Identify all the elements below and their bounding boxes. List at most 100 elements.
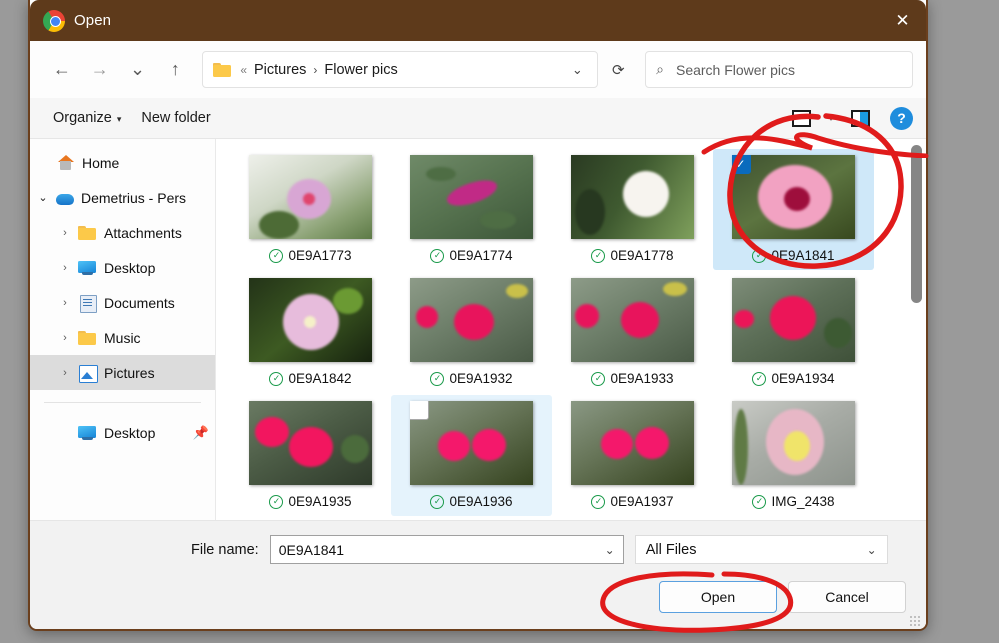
sidebar-item-documents[interactable]: › Documents [30,285,215,320]
file-name: 0E9A1933 [610,371,674,386]
sidebar-item-onedrive[interactable]: ⌄ Demetrius - Pers [30,180,215,215]
file-item[interactable]: ✓ IMG_2438 [713,395,874,516]
file-item[interactable]: ✓ 0E9A1935 [230,395,391,516]
new-folder-button[interactable]: New folder [131,110,220,126]
home-icon [56,154,75,171]
sidebar-item-home[interactable]: Home [30,145,215,180]
sync-check-icon: ✓ [430,248,445,263]
view-layout-icon [791,109,811,127]
sync-check-icon: ✓ [269,371,284,386]
folder-icon [78,330,97,346]
chevron-right-icon[interactable]: › [52,297,78,309]
sidebar-item-desktop-pinned[interactable]: Desktop 📌 [30,415,215,450]
file-thumbnail [571,155,694,239]
filename-label: File name: [191,541,259,558]
scrollbar-thumb[interactable] [911,145,922,303]
documents-icon [78,294,97,313]
file-thumbnail [410,401,533,485]
file-item[interactable]: ✓ 0E9A1934 [713,272,874,393]
sync-check-icon: ✓ [752,494,767,509]
sidebar-item-pictures[interactable]: › Pictures [30,355,215,390]
search-input[interactable]: Search Flower pics [676,62,795,78]
chevron-down-icon[interactable]: ⌄ [562,62,592,78]
organize-button[interactable]: Organize ▾ [43,110,131,126]
file-item[interactable]: ✓ 0E9A1842 [230,272,391,393]
file-label: ✓ 0E9A1773 [269,248,352,263]
file-name: IMG_2438 [771,494,835,509]
chevron-right-icon[interactable]: › [52,332,78,344]
open-file-dialog: Open ✕ ← → ⌄ ↑ « Pictures › Flower pics … [28,0,928,631]
command-toolbar: Organize ▾ New folder ▾ ? [30,98,926,139]
filename-value: 0E9A1841 [278,541,345,558]
file-item[interactable]: ✓ 0E9A1932 [391,272,552,393]
forward-button[interactable]: → [81,51,119,89]
title-bar: Open ✕ [30,0,926,41]
vertical-scrollbar[interactable] [911,145,922,514]
up-button[interactable]: ↑ [156,51,194,89]
sync-check-icon: ✓ [752,248,767,263]
breadcrumb-item-pictures[interactable]: Pictures [254,62,306,78]
filename-input[interactable]: 0E9A1841 ⌄ [269,535,624,564]
desktop-icon [78,260,97,276]
file-type-filter-select[interactable]: All Files ⌄ [634,535,888,564]
pin-icon[interactable]: 📌 [193,425,209,441]
resize-grip[interactable] [909,615,920,626]
sidebar-item-music[interactable]: › Music [30,320,215,355]
file-thumbnail [732,401,855,485]
selection-checkbox[interactable] [410,401,429,420]
file-label: ✓ 0E9A1934 [752,371,835,386]
navigation-sidebar: Home ⌄ Demetrius - Pers › Attachments › … [30,139,216,520]
back-button[interactable]: ← [43,51,81,89]
window-title: Open [74,12,112,29]
help-icon[interactable]: ? [890,106,913,130]
file-label: ✓ 0E9A1933 [591,371,674,386]
view-controls: ▾ ? [786,106,913,131]
refresh-icon[interactable]: ⟳ [599,51,637,88]
open-button[interactable]: Open [659,581,777,613]
file-item-hovered[interactable]: ✓ 0E9A1936 [391,395,552,516]
dialog-body: Home ⌄ Demetrius - Pers › Attachments › … [30,139,926,520]
chevron-down-icon[interactable]: ⌄ [867,543,877,557]
preview-pane-button[interactable] [845,106,876,131]
chevron-down-icon: ▾ [116,114,122,124]
sync-check-icon: ✓ [591,248,606,263]
chevron-down-icon[interactable]: ⌄ [605,543,615,557]
address-bar[interactable]: « Pictures › Flower pics ⌄ [202,51,599,88]
file-item[interactable]: ✓ 0E9A1773 [230,149,391,270]
file-name: 0E9A1841 [771,248,835,263]
sidebar-item-label: Demetrius - Pers [81,189,187,206]
file-thumbnail [249,401,372,485]
navigation-bar: ← → ⌄ ↑ « Pictures › Flower pics ⌄ ⟳ ⌕ S… [30,41,926,98]
file-label: ✓ 0E9A1935 [269,494,352,509]
dialog-footer: File name: 0E9A1841 ⌄ All Files ⌄ Open C… [30,520,926,629]
file-name: 0E9A1932 [449,371,513,386]
file-item-selected[interactable]: ✓ ✓ 0E9A1841 [713,149,874,270]
chevron-right-icon[interactable]: › [52,367,78,379]
close-icon[interactable]: ✕ [879,0,926,41]
file-item[interactable]: ✓ 0E9A1774 [391,149,552,270]
chevron-right-icon[interactable]: › [52,227,78,239]
file-name: 0E9A1937 [610,494,674,509]
cancel-button[interactable]: Cancel [788,581,906,613]
view-layout-button[interactable] [786,106,817,131]
view-chevron-down-icon[interactable]: ▾ [820,114,842,123]
desktop-icon [78,425,97,441]
search-box[interactable]: ⌕ Search Flower pics [645,51,914,88]
file-item[interactable]: ✓ 0E9A1937 [552,395,713,516]
search-icon: ⌕ [656,61,664,77]
breadcrumb-item-flower-pics[interactable]: Flower pics [324,62,397,78]
file-label: ✓ 0E9A1778 [591,248,674,263]
sidebar-item-attachments[interactable]: › Attachments [30,215,215,250]
sidebar-item-desktop[interactable]: › Desktop [30,250,215,285]
file-item[interactable]: ✓ 0E9A1933 [552,272,713,393]
file-thumbnail [249,278,372,362]
organize-label: Organize [53,110,112,126]
recent-locations-button[interactable]: ⌄ [119,51,157,89]
chevron-down-icon[interactable]: ⌄ [30,191,56,204]
sync-check-icon: ✓ [269,494,284,509]
file-label: ✓ IMG_2438 [752,494,835,509]
chevron-right-icon[interactable]: › [52,262,78,274]
file-item[interactable]: ✓ 0E9A1778 [552,149,713,270]
breadcrumb-overflow-icon[interactable]: « [240,63,247,77]
selection-checkbox[interactable]: ✓ [732,155,751,174]
